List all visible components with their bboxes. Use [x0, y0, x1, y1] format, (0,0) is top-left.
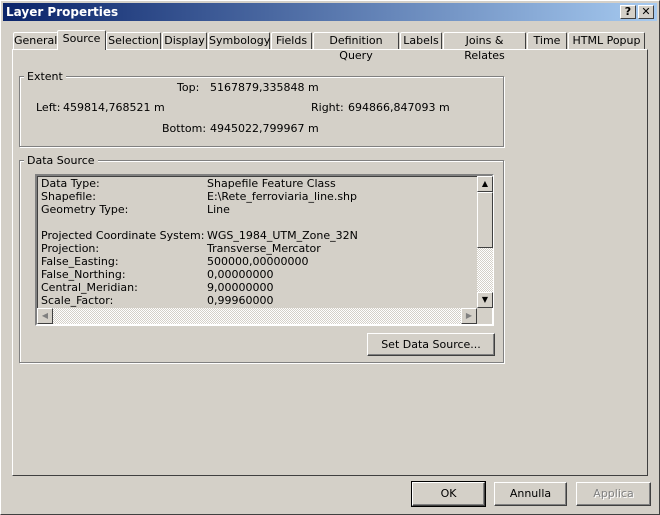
scroll-right-arrow-icon[interactable]: ▶ — [461, 308, 477, 324]
property-value: Transverse_Mercator — [207, 242, 321, 255]
tab-general[interactable]: General — [13, 32, 58, 49]
scroll-up-arrow-icon[interactable]: ▲ — [477, 176, 493, 192]
list-item: Central_Meridian: 9,00000000 — [41, 281, 481, 294]
set-data-source-button[interactable]: Set Data Source... — [367, 333, 495, 356]
scroll-down-arrow-icon[interactable]: ▼ — [477, 292, 493, 308]
tab-html-popup[interactable]: HTML Popup — [568, 32, 645, 49]
property-value: 0,00000000 — [207, 268, 274, 281]
property-name: False_Northing: — [41, 268, 126, 281]
list-item: False_Easting: 500000,00000000 — [41, 255, 481, 268]
tab-display[interactable]: Display — [162, 32, 207, 49]
property-value: Line — [207, 203, 230, 216]
vertical-scrollbar[interactable]: ▲ ▼ — [477, 176, 493, 308]
tab-selection[interactable]: Selection — [106, 32, 161, 49]
extent-bottom-value: 4945022,799967 m — [210, 122, 319, 135]
tab-source[interactable]: Source — [57, 30, 106, 50]
extent-top-label: Top: — [177, 81, 200, 94]
property-value: E:\Rete_ferroviaria_line.shp — [207, 190, 357, 203]
property-name: False_Easting: — [41, 255, 119, 268]
close-button[interactable]: ✕ — [638, 5, 654, 19]
list-item: Data Type: Shapefile Feature Class — [41, 177, 481, 190]
extent-left-label: Left: — [36, 101, 61, 114]
apply-button[interactable]: Applica — [576, 482, 651, 506]
property-value: WGS_1984_UTM_Zone_32N — [207, 229, 358, 242]
property-name: Projection: — [41, 242, 100, 255]
property-value: 9,00000000 — [207, 281, 274, 294]
list-item: Projection: Transverse_Mercator — [41, 242, 481, 255]
property-name: Geometry Type: — [41, 203, 129, 216]
extent-left-value: 459814,768521 m — [63, 101, 165, 114]
extent-bottom-label: Bottom: — [162, 122, 207, 135]
tab-joins-relates[interactable]: Joins & Relates — [443, 32, 526, 62]
ok-button[interactable]: OK — [411, 481, 486, 507]
property-name: Projected Coordinate System: — [41, 229, 205, 242]
property-name: Data Type: — [41, 177, 100, 190]
property-name: Shapefile: — [41, 190, 96, 203]
extent-title: Extent — [24, 70, 66, 83]
list-item: Projected Coordinate System: WGS_1984_UTM… — [41, 229, 481, 242]
list-item — [41, 216, 481, 229]
list-item: Shapefile: E:\Rete_ferroviaria_line.shp — [41, 190, 481, 203]
help-button[interactable]: ? — [620, 5, 636, 19]
tab-symbology[interactable]: Symbology — [208, 32, 270, 49]
property-name: Central_Meridian: — [41, 281, 138, 294]
list-item: Scale_Factor: 0,99960000 — [41, 294, 481, 307]
property-value: 0,99960000 — [207, 294, 274, 307]
data-source-listbox[interactable]: Data Type: Shapefile Feature Class Shapefi… — [35, 174, 494, 326]
extent-top-value: 5167879,335848 m — [210, 81, 319, 94]
tab-labels[interactable]: Labels — [400, 32, 442, 49]
scroll-left-arrow-icon[interactable]: ◀ — [37, 308, 53, 324]
tab-fields[interactable]: Fields — [271, 32, 312, 49]
tab-time[interactable]: Time — [527, 32, 567, 49]
window-title: Layer Properties — [6, 5, 119, 19]
extent-right-value: 694866,847093 m — [348, 101, 450, 114]
list-item: False_Northing: 0,00000000 — [41, 268, 481, 281]
property-value: 500000,00000000 — [207, 255, 309, 268]
data-source-title: Data Source — [24, 154, 98, 167]
cancel-button[interactable]: Annulla — [494, 482, 567, 506]
extent-right-label: Right: — [311, 101, 344, 114]
vertical-scroll-thumb[interactable] — [477, 192, 493, 248]
list-item: Geometry Type: Line — [41, 203, 481, 216]
property-name: Scale_Factor: — [41, 294, 114, 307]
property-value: Shapefile Feature Class — [207, 177, 336, 190]
horizontal-scrollbar[interactable]: ◀ ▶ — [37, 308, 477, 324]
tab-definition-query[interactable]: Definition Query — [313, 32, 399, 62]
title-bar[interactable]: Layer Properties ? ✕ — [3, 3, 657, 21]
